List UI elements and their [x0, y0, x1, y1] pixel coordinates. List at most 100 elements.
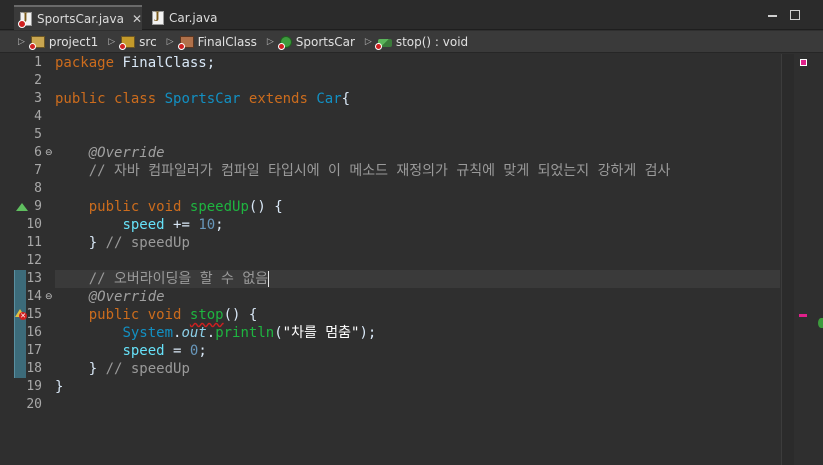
- line-number: 12: [26, 253, 42, 268]
- source-folder-icon: [119, 35, 136, 50]
- keyword: public: [88, 199, 140, 215]
- tab-sportscar-java[interactable]: J SportsCar.java ✕: [14, 5, 142, 30]
- error-summary-icon[interactable]: [800, 59, 807, 66]
- code-text: () {: [223, 307, 258, 323]
- code-line: public void stop() {: [55, 306, 258, 324]
- vertical-ruler: [0, 54, 14, 465]
- overview-ruler[interactable]: [796, 54, 810, 465]
- code-text: ;: [198, 343, 207, 359]
- keyword: package: [55, 55, 115, 71]
- line-number: 18: [26, 361, 42, 376]
- breadcrumb-item-sportscar[interactable]: SportsCar: [277, 34, 355, 50]
- line-number: 2: [34, 73, 42, 88]
- current-code-line: // 오버라이딩을 할 수 없음: [55, 270, 780, 288]
- code-line: } // speedUp: [55, 360, 190, 378]
- line-number-gutter: 1 2 3 4 5 6 7 8 9 10 11 12 13 14 15 16 1…: [14, 54, 52, 465]
- line-number: 6: [34, 145, 42, 160]
- method-name-error[interactable]: stop: [190, 307, 224, 323]
- string-literal: "차를 멈춤": [282, 325, 360, 341]
- code-line: @Override: [55, 288, 165, 306]
- keyword: void: [147, 199, 182, 215]
- line-number: 1: [34, 55, 42, 70]
- code-line: System.out.println("차를 멈춤");: [55, 324, 376, 342]
- editor-tab-bar: J SportsCar.java ✕ J Car.java: [0, 0, 823, 30]
- tab-label: Car.java: [169, 11, 218, 25]
- code-line: public void speedUp() {: [55, 198, 283, 216]
- java-file-icon: J: [152, 11, 164, 25]
- tab-car-java[interactable]: J Car.java: [146, 6, 218, 30]
- breadcrumb-separator-icon: ▷: [364, 36, 372, 47]
- code-text: +=: [164, 217, 199, 233]
- line-number: 16: [26, 325, 42, 340]
- breadcrumb-separator-icon: ▷: [108, 36, 116, 47]
- keyword: public: [55, 91, 106, 107]
- line-number: 20: [26, 397, 42, 412]
- breadcrumb-item-finalclass[interactable]: FinalClass: [177, 34, 257, 50]
- code-line: }: [55, 378, 63, 396]
- text-cursor: [268, 271, 270, 287]
- keyword: void: [147, 307, 182, 323]
- method-name: println: [215, 325, 275, 341]
- line-number: 10: [26, 217, 42, 232]
- comment: // 자바 컴파일러가 컴파일 타입시에 이 메소드 재정의가 규칙에 맞게 되…: [88, 163, 671, 179]
- method-name: speedUp: [189, 199, 249, 215]
- class-name: SportsCar: [164, 91, 241, 107]
- code-text: FinalClass;: [114, 55, 216, 71]
- breadcrumb-separator-icon: ▷: [166, 36, 174, 47]
- line-number: 15: [26, 307, 42, 322]
- line-number: 17: [26, 343, 42, 358]
- class-name: System: [122, 325, 174, 341]
- method-icon: [374, 38, 392, 50]
- fold-collapse-icon[interactable]: ⊖: [45, 292, 55, 302]
- code-editor[interactable]: ✕ 1 2 3 4 5 6 7 8 9 10 11 12 13 14 15 16…: [0, 54, 823, 465]
- breadcrumb-item-stop[interactable]: stop() : void: [374, 34, 469, 50]
- code-text: }: [55, 379, 64, 395]
- breadcrumb-label: SportsCar: [295, 34, 355, 49]
- error-overview-marker[interactable]: [799, 314, 807, 317]
- annotation: @Override: [88, 145, 165, 161]
- maximize-icon[interactable]: [790, 10, 800, 20]
- line-number: 13: [26, 271, 42, 286]
- static-field: out: [181, 325, 207, 341]
- line-number: 9: [34, 199, 42, 214]
- code-text: ;: [215, 217, 224, 233]
- annotation: @Override: [88, 289, 165, 305]
- comment: // 오버라이딩을 할 수 없음: [88, 271, 269, 287]
- breadcrumb: ▷ project1 ▷ src ▷ FinalClass ▷ SportsCa…: [0, 31, 823, 53]
- project-icon: [28, 35, 45, 50]
- code-line: @Override: [55, 144, 165, 162]
- code-line: // 자바 컴파일러가 컴파일 타입시에 이 메소드 재정의가 규칙에 맞게 되…: [55, 162, 671, 180]
- side-panel-indicator-icon[interactable]: [818, 318, 823, 328]
- line-number: 7: [34, 163, 42, 178]
- line-number: 14: [26, 289, 42, 304]
- tab-label: SportsCar.java: [37, 11, 124, 26]
- code-line: public class SportsCar extends Car{: [55, 90, 350, 108]
- breadcrumb-label: src: [139, 34, 157, 49]
- minimize-icon[interactable]: [768, 15, 777, 17]
- line-number: 5: [34, 127, 42, 142]
- code-area[interactable]: package FinalClass; public class SportsC…: [55, 54, 780, 465]
- code-line: speed = 0;: [55, 342, 207, 360]
- code-text: .: [206, 325, 216, 341]
- code-text: }: [88, 361, 98, 377]
- line-number: 4: [34, 109, 42, 124]
- breadcrumb-label: project1: [48, 34, 99, 49]
- breadcrumb-item-project1[interactable]: project1: [28, 34, 99, 50]
- package-icon: [177, 35, 194, 50]
- breadcrumb-label: FinalClass: [197, 34, 257, 49]
- vertical-scrollbar[interactable]: [781, 54, 794, 465]
- field-name: speed: [122, 217, 165, 233]
- code-line: package FinalClass;: [55, 54, 215, 72]
- keyword: public: [88, 307, 140, 323]
- keyword: class: [114, 91, 157, 107]
- code-text: );: [359, 325, 377, 341]
- breadcrumb-label: stop() : void: [395, 34, 469, 49]
- line-number: 19: [26, 379, 42, 394]
- fold-collapse-icon[interactable]: ⊖: [45, 148, 55, 158]
- code-line: } // speedUp: [55, 234, 190, 252]
- close-tab-icon[interactable]: ✕: [132, 12, 142, 26]
- code-text: }: [88, 235, 98, 251]
- class-icon: [277, 35, 292, 50]
- breadcrumb-item-src[interactable]: src: [119, 34, 157, 50]
- code-line: speed += 10;: [55, 216, 224, 234]
